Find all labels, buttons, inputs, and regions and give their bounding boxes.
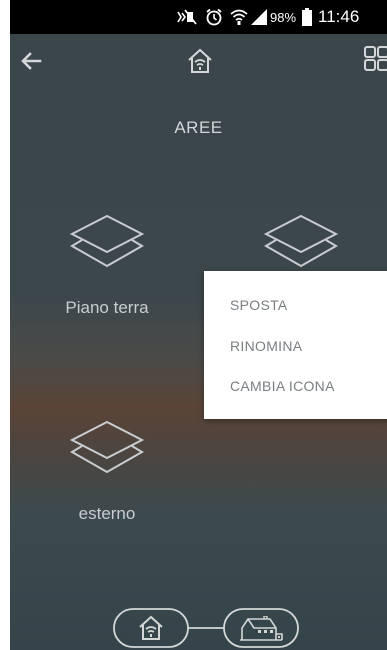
area-label: Piano terra <box>65 298 149 317</box>
menu-item-cambia-icona[interactable]: CAMBIA ICONA <box>230 378 335 394</box>
menu-item-sposta[interactable]: SPOSTA <box>230 297 288 313</box>
battery-icon <box>302 8 312 26</box>
home-wifi-icon[interactable] <box>187 48 213 74</box>
layers-icon <box>69 420 145 474</box>
status-bar: 98% 11:46 <box>10 0 387 34</box>
context-menu: SPOSTA RINOMINA CAMBIA ICONA <box>204 271 387 419</box>
view-switcher <box>10 606 387 650</box>
battery-percent: 98% <box>270 10 297 25</box>
clock: 11:46 <box>318 7 360 26</box>
page-title: AREE <box>174 118 223 137</box>
area-label: esterno <box>78 504 136 523</box>
wifi-icon <box>230 9 248 25</box>
app-bar <box>10 34 387 90</box>
view-switcher-graphic <box>113 608 299 648</box>
back-arrow-icon[interactable] <box>20 52 42 70</box>
mute-vibrate-icon <box>177 9 197 25</box>
house-icon[interactable] <box>238 616 284 642</box>
app-screen: 98% 11:46 AREE Piano terra esterno SPOST… <box>10 0 387 650</box>
grid-icon[interactable] <box>364 46 387 72</box>
menu-item-rinomina[interactable]: RINOMINA <box>230 338 302 354</box>
layers-icon <box>263 214 339 268</box>
home-wifi-icon[interactable] <box>138 615 164 641</box>
signal-icon <box>251 9 267 25</box>
alarm-icon <box>206 8 222 26</box>
layers-icon <box>69 214 145 268</box>
